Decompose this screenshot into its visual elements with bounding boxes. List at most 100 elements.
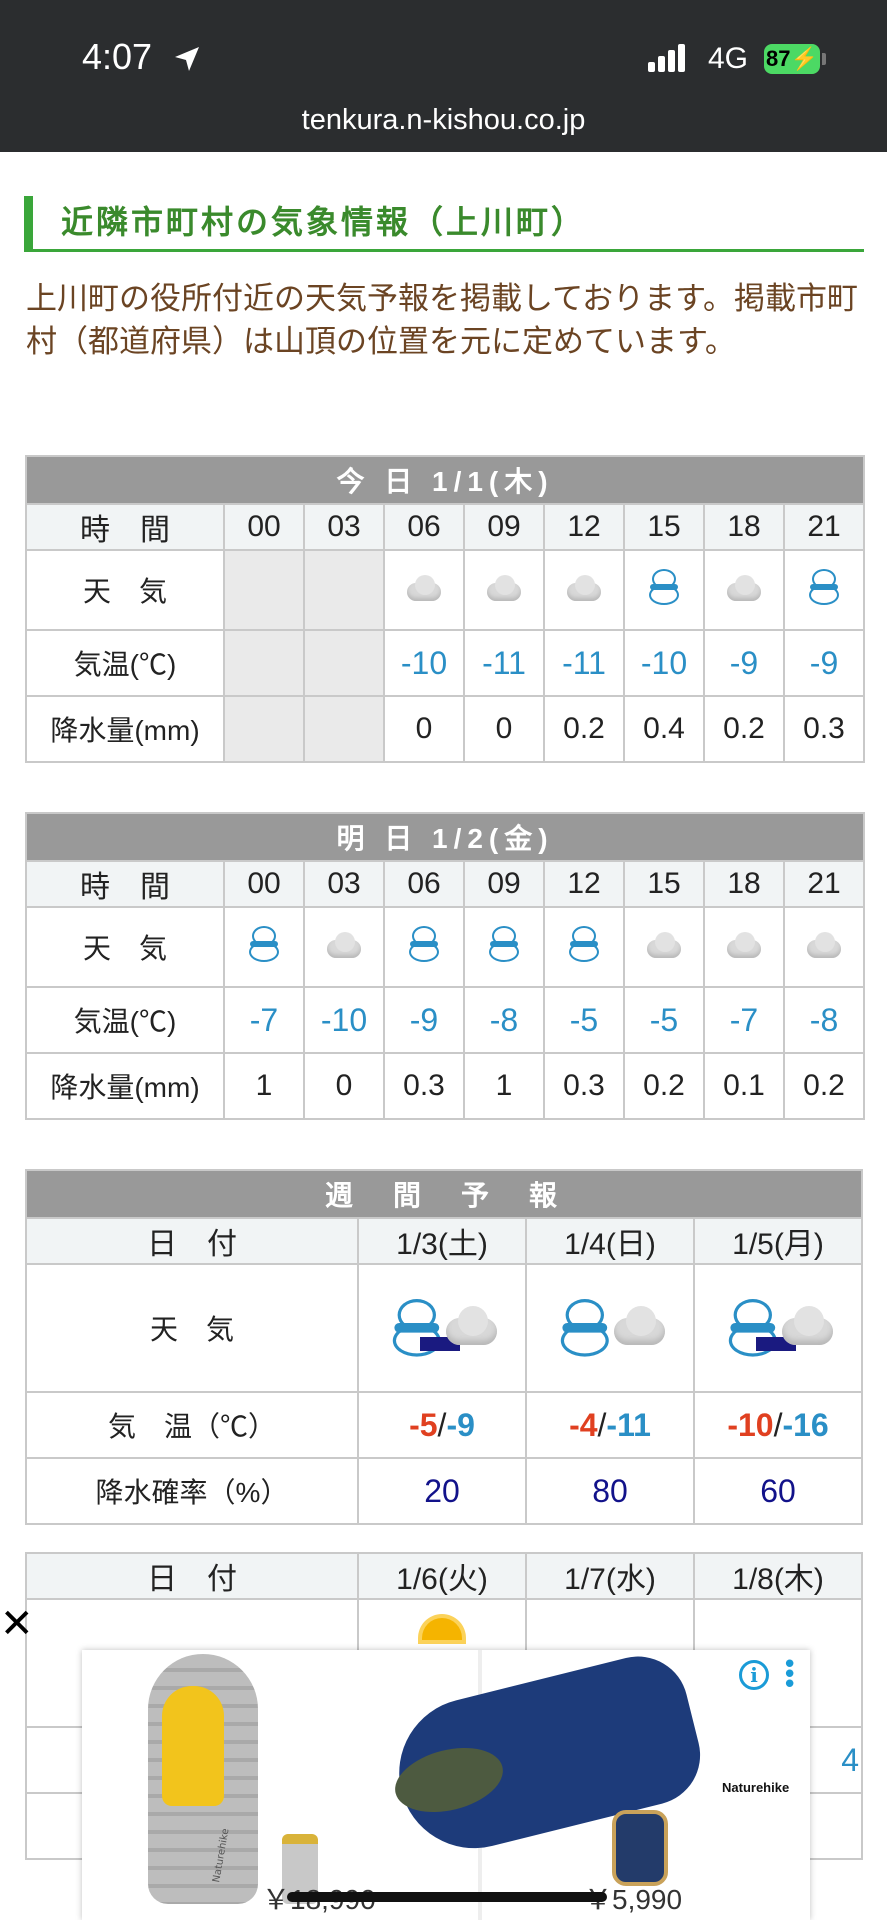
- date-cell: 1/8(木): [693, 1552, 863, 1600]
- snow-icon: [566, 925, 602, 964]
- precip-cell: [223, 695, 305, 763]
- weather-cell: [383, 906, 465, 988]
- precip-cell: 0: [463, 695, 545, 763]
- hours-row: 時 間 00 03 06 09 12 15 18 21: [25, 860, 866, 908]
- ad-more-icon[interactable]: • • •: [782, 1652, 797, 1698]
- precip-cell: [303, 695, 385, 763]
- cloud-icon: [643, 930, 685, 960]
- battery-tip: [822, 53, 826, 65]
- temp-cell: -9: [703, 629, 785, 697]
- weather-row: 天 気: [25, 906, 866, 988]
- precip-cell: 1: [463, 1052, 545, 1120]
- snow-then-cloud-icon: [382, 1293, 502, 1359]
- weather-cell: [703, 549, 785, 631]
- ad-info-icon[interactable]: i: [739, 1660, 769, 1690]
- battery-level: 87: [766, 46, 791, 71]
- weather-cell: [543, 906, 625, 988]
- weather-cell: [383, 549, 465, 631]
- temp-cell: [223, 629, 305, 697]
- precip-cell: 1: [223, 1052, 305, 1120]
- weather-cell: [623, 906, 705, 988]
- date-cell: 1/6(火): [357, 1552, 527, 1600]
- temp-cell: -10/-16: [692, 1391, 864, 1459]
- hour-cell: 18: [703, 860, 785, 908]
- hour-cell: 09: [463, 503, 545, 551]
- precip-cell: 0.1: [703, 1052, 785, 1120]
- temp-cell: -4/-11: [525, 1391, 695, 1459]
- prob-cell: 60: [692, 1457, 864, 1525]
- snow-icon: [486, 925, 522, 964]
- address-bar[interactable]: tenkura.n-kishou.co.jp: [0, 104, 887, 137]
- cloud-icon: [483, 573, 525, 603]
- table-title: 今 日 1/1(木): [24, 455, 866, 505]
- temp-cell: -10: [383, 629, 465, 697]
- sun-icon: [422, 1618, 462, 1640]
- snow-icon: [806, 568, 842, 607]
- hour-cell: 09: [463, 860, 545, 908]
- temp-cell: -10: [303, 986, 385, 1054]
- row-label: 天 気: [25, 906, 225, 988]
- cloud-icon: [723, 573, 765, 603]
- temp-cell: -7: [703, 986, 785, 1054]
- snow-icon: [406, 925, 442, 964]
- hour-cell: 00: [223, 503, 305, 551]
- cloud-icon: [563, 573, 605, 603]
- precip-cell: 0.3: [383, 1052, 465, 1120]
- weather-cell: [357, 1263, 527, 1393]
- temp-cell: -5/-9: [357, 1391, 527, 1459]
- temp-row: 気温(℃) -7 -10 -9 -8 -5 -5 -7 -8: [25, 986, 866, 1054]
- pack-sack-image: [612, 1810, 668, 1886]
- precip-cell: 0.2: [703, 695, 785, 763]
- hour-cell: 03: [303, 503, 385, 551]
- prob-cell: 80: [525, 1457, 695, 1525]
- hour-cell: 06: [383, 503, 465, 551]
- row-label: 気温(℃): [25, 986, 225, 1054]
- hour-cell: 15: [623, 860, 705, 908]
- precip-cell: 0.2: [543, 695, 625, 763]
- precip-cell: 0.2: [782, 1052, 866, 1120]
- status-bar: 4:07 4G 87⚡ tenkura.n-kishou.co.jp: [0, 0, 887, 152]
- dates-row: 日 付 1/3(土) 1/4(日) 1/5(月): [25, 1217, 864, 1265]
- weather-cell: [703, 906, 785, 988]
- row-label: 気温(℃): [25, 629, 225, 697]
- hour-cell: 21: [782, 860, 866, 908]
- hour-cell: 12: [543, 503, 625, 551]
- date-cell: 1/5(月): [692, 1217, 864, 1265]
- ad-banner[interactable]: Naturehike Naturehike i ••• ￥18,990 ￥5,9…: [82, 1645, 810, 1920]
- home-indicator[interactable]: [287, 1892, 607, 1902]
- precip-row: 降水量(mm) 0 0 0.2 0.4 0.2 0.3: [25, 695, 866, 763]
- temp-row: 気温(℃) -10 -11 -11 -10 -9 -9: [25, 629, 866, 697]
- temp-cell: -11: [543, 629, 625, 697]
- weather-cell: [463, 906, 545, 988]
- temp-cell: [303, 629, 385, 697]
- row-label: 降水量(mm): [25, 1052, 225, 1120]
- ad-close-button[interactable]: ✕: [0, 1604, 34, 1644]
- row-label: 時 間: [25, 503, 225, 551]
- row-label: 気 温（℃）: [25, 1391, 359, 1459]
- weather-row: 天 気: [25, 1263, 864, 1393]
- row-label: 日 付: [25, 1552, 359, 1600]
- weather-cell: [543, 549, 625, 631]
- prob-cell: 20: [357, 1457, 527, 1525]
- table-title: 明 日 1/2(金): [24, 812, 866, 862]
- temp-cell: -8: [463, 986, 545, 1054]
- weather-cell: [223, 906, 305, 988]
- temp-cell: -5: [543, 986, 625, 1054]
- temp-cell: -10: [623, 629, 705, 697]
- tomorrow-forecast-table: 明 日 1/2(金) 時 間 00 03 06 09 12 15 18 21 天 気 気温(℃…: [24, 812, 866, 1120]
- precip-cell: 0.3: [782, 695, 866, 763]
- date-cell: 1/7(水): [525, 1552, 695, 1600]
- weather-cell: [223, 549, 305, 631]
- signal-icon: [648, 44, 688, 72]
- cloud-icon: [803, 930, 845, 960]
- hour-cell: 03: [303, 860, 385, 908]
- temp-cell: -11: [463, 629, 545, 697]
- hour-cell: 00: [223, 860, 305, 908]
- hour-cell: 06: [383, 860, 465, 908]
- cloud-icon: [403, 573, 445, 603]
- prob-row: 降水確率（%） 20 80 60: [25, 1457, 864, 1525]
- precip-cell: 0.2: [623, 1052, 705, 1120]
- precip-cell: 0: [303, 1052, 385, 1120]
- intro-text: 上川町の役所付近の天気予報を掲載しております。掲載市町村（都道府県）は山頂の位置…: [26, 281, 859, 360]
- temp-cell: -7: [223, 986, 305, 1054]
